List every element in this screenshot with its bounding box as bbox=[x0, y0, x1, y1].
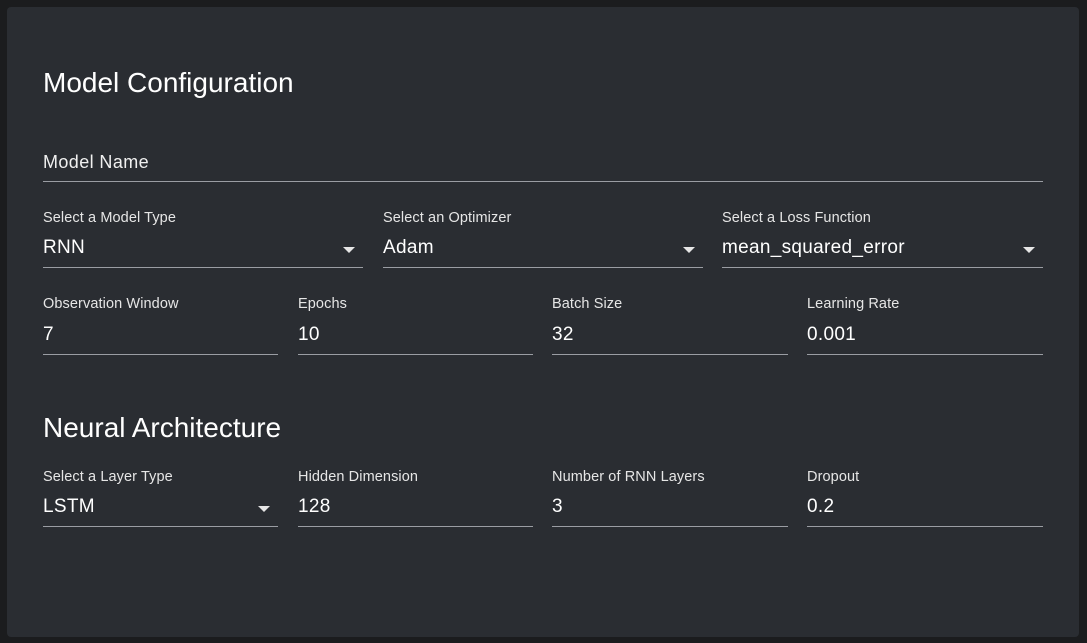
neural-architecture-heading: Neural Architecture bbox=[43, 412, 282, 443]
loss-function-value: mean_squared_error bbox=[722, 237, 905, 258]
model-type-value: RNN bbox=[43, 237, 86, 258]
layer-type-select[interactable]: Select a Layer Type LSTM bbox=[43, 469, 278, 527]
epochs-input[interactable]: Epochs 10 bbox=[298, 296, 533, 355]
loss-function-label: Select a Loss Function bbox=[722, 210, 871, 226]
dropout-label: Dropout bbox=[807, 469, 860, 485]
epochs-value: 10 bbox=[298, 324, 320, 345]
hidden-dimension-input[interactable]: Hidden Dimension 128 bbox=[298, 469, 533, 527]
model-name-field[interactable]: Model Name bbox=[43, 147, 1043, 182]
observation-window-label: Observation Window bbox=[43, 296, 179, 312]
loss-function-select[interactable]: Select a Loss Function mean_squared_erro… bbox=[722, 210, 1043, 268]
learning-rate-value: 0.001 bbox=[807, 324, 857, 345]
batch-size-label: Batch Size bbox=[552, 296, 623, 312]
model-type-select[interactable]: Select a Model Type RNN bbox=[43, 210, 363, 268]
rnn-layers-input[interactable]: Number of RNN Layers 3 bbox=[552, 469, 788, 527]
model-type-label: Select a Model Type bbox=[43, 210, 177, 226]
rnn-layers-label: Number of RNN Layers bbox=[552, 469, 705, 485]
chevron-down-icon[interactable] bbox=[343, 247, 355, 253]
optimizer-value: Adam bbox=[383, 237, 434, 258]
model-configuration-heading: Model Configuration bbox=[43, 67, 294, 98]
learning-rate-input[interactable]: Learning Rate 0.001 bbox=[807, 296, 1043, 355]
batch-size-input[interactable]: Batch Size 32 bbox=[552, 296, 788, 355]
dropout-input[interactable]: Dropout 0.2 bbox=[807, 469, 1043, 527]
epochs-label: Epochs bbox=[298, 296, 347, 312]
optimizer-label: Select an Optimizer bbox=[383, 210, 512, 226]
rnn-layers-value: 3 bbox=[552, 496, 563, 517]
chevron-down-icon[interactable] bbox=[258, 506, 270, 512]
layer-type-label: Select a Layer Type bbox=[43, 469, 173, 485]
layer-type-value: LSTM bbox=[43, 496, 95, 517]
observation-window-value: 7 bbox=[43, 324, 54, 345]
config-card: Model Configuration Model Name Select a … bbox=[7, 7, 1079, 637]
observation-window-input[interactable]: Observation Window 7 bbox=[43, 296, 278, 355]
hidden-dimension-label: Hidden Dimension bbox=[298, 469, 419, 485]
model-name-label: Model Name bbox=[43, 152, 150, 172]
chevron-down-icon[interactable] bbox=[1023, 247, 1035, 253]
batch-size-value: 32 bbox=[552, 324, 574, 345]
hidden-dimension-value: 128 bbox=[298, 496, 331, 517]
chevron-down-icon[interactable] bbox=[683, 247, 695, 253]
dropout-value: 0.2 bbox=[807, 496, 835, 517]
optimizer-select[interactable]: Select an Optimizer Adam bbox=[383, 210, 703, 268]
learning-rate-label: Learning Rate bbox=[807, 296, 900, 312]
